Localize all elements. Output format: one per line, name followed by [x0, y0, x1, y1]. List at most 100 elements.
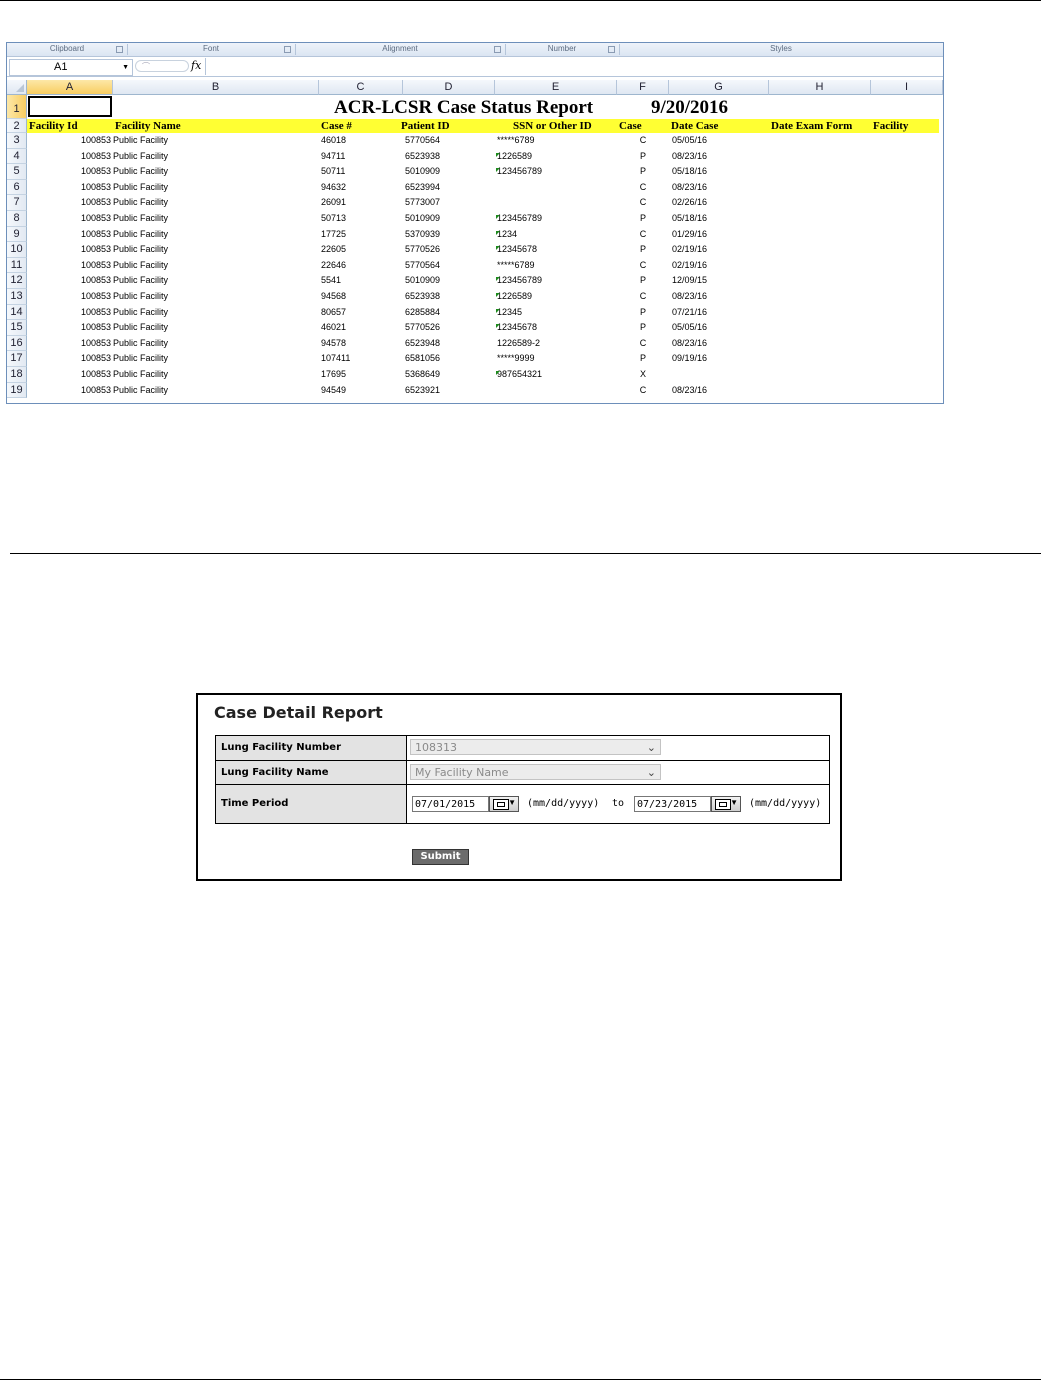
cell-patient-id[interactable]: 6523948 [405, 336, 493, 351]
cell-ssn[interactable]: *****9999 [497, 351, 615, 366]
cell-ssn[interactable] [497, 383, 615, 398]
row-header-12[interactable]: 12 [7, 273, 27, 289]
cell-case-number[interactable]: 26091 [321, 195, 401, 210]
cell-date-case[interactable]: 05/05/16 [672, 320, 768, 335]
cell-date-case[interactable]: 08/23/16 [672, 289, 768, 304]
formula-input[interactable] [205, 58, 942, 75]
cell-case[interactable]: C [617, 227, 669, 242]
cell-ssn[interactable]: 123456789 [497, 164, 615, 179]
facility-name-select[interactable]: My Facility Name ⌄ [410, 764, 661, 780]
cell-patient-id[interactable]: 5010909 [405, 273, 493, 288]
cell-date-case[interactable]: 08/23/16 [672, 180, 768, 195]
cell-case-number[interactable]: 80657 [321, 305, 401, 320]
cell-facility-name[interactable]: Public Facility [113, 180, 313, 195]
from-date-input[interactable]: 07/01/2015 [412, 796, 489, 812]
cell-facility-id[interactable]: 100853 [27, 133, 111, 148]
cell-patient-id[interactable]: 5770564 [405, 258, 493, 273]
dialog-launcher-icon[interactable] [608, 46, 615, 53]
cell-date-case[interactable]: 09/19/16 [672, 351, 768, 366]
cell-facility-id[interactable]: 100853 [27, 320, 111, 335]
cell-case[interactable]: C [617, 289, 669, 304]
cell-facility-name[interactable]: Public Facility [113, 227, 313, 242]
cell-facility-id[interactable]: 100853 [27, 227, 111, 242]
cell-ssn[interactable]: 123456789 [497, 211, 615, 226]
dialog-launcher-icon[interactable] [116, 46, 123, 53]
cell-case[interactable]: P [617, 164, 669, 179]
cell-patient-id[interactable]: 5770526 [405, 320, 493, 335]
row-header-1[interactable]: 1 [7, 95, 27, 119]
row-header-10[interactable]: 10 [7, 242, 27, 258]
dialog-launcher-icon[interactable] [494, 46, 501, 53]
cell-case-number[interactable]: 50711 [321, 164, 401, 179]
chevron-down-icon[interactable]: ▼ [122, 60, 129, 75]
cell-patient-id[interactable]: 5368649 [405, 367, 493, 382]
cell-facility-name[interactable]: Public Facility [113, 367, 313, 382]
column-header-b[interactable]: B [113, 80, 319, 95]
facility-number-select[interactable]: 108313 ⌄ [410, 739, 661, 755]
cell-case[interactable]: C [617, 180, 669, 195]
row-header-3[interactable]: 3 [7, 133, 27, 149]
cell-ssn[interactable]: 1226589 [497, 289, 615, 304]
row-header-18[interactable]: 18 [7, 367, 27, 383]
cell-case-number[interactable]: 46021 [321, 320, 401, 335]
cell-case-number[interactable]: 94632 [321, 180, 401, 195]
column-header-g[interactable]: G [669, 80, 769, 95]
row-header-16[interactable]: 16 [7, 335, 27, 352]
cell-date-case[interactable]: 05/18/16 [672, 211, 768, 226]
cell-facility-name[interactable]: Public Facility [113, 195, 313, 210]
select-all-corner[interactable] [7, 80, 27, 95]
cell-facility-name[interactable]: Public Facility [113, 211, 313, 226]
row-header-7[interactable]: 7 [7, 195, 27, 211]
column-header-e[interactable]: E [495, 80, 617, 95]
cell-patient-id[interactable]: 6285884 [405, 305, 493, 320]
cell-patient-id[interactable]: 6523921 [405, 383, 493, 398]
cell-date-case[interactable]: 05/05/16 [672, 133, 768, 148]
cell-date-case[interactable]: 02/19/16 [672, 258, 768, 273]
cell-ssn[interactable] [497, 180, 615, 195]
row-header-14[interactable]: 14 [7, 304, 27, 321]
cell-facility-name[interactable]: Public Facility [113, 273, 313, 288]
cell-date-case[interactable]: 02/26/16 [672, 195, 768, 210]
cell-date-case[interactable]: 08/23/16 [672, 149, 768, 164]
row-header-5[interactable]: 5 [7, 164, 27, 180]
cell-ssn[interactable]: 12345 [497, 305, 615, 320]
cell-date-case[interactable]: 08/23/16 [672, 383, 768, 398]
cell-case-number[interactable]: 17725 [321, 227, 401, 242]
cell-facility-id[interactable]: 100853 [27, 305, 111, 320]
cell-date-case[interactable]: 02/19/16 [672, 242, 768, 257]
cell-case[interactable]: C [617, 195, 669, 210]
cell-case-number[interactable]: 22646 [321, 258, 401, 273]
cell-case[interactable]: P [617, 149, 669, 164]
cell-case[interactable]: P [617, 305, 669, 320]
cell-case[interactable]: X [617, 367, 669, 382]
cell-ssn[interactable]: 1234 [497, 227, 615, 242]
cell-facility-name[interactable]: Public Facility [113, 258, 313, 273]
cell-facility-id[interactable]: 100853 [27, 367, 111, 382]
cell-date-case[interactable]: 01/29/16 [672, 227, 768, 242]
cell-ssn[interactable]: 987654321 [497, 367, 615, 382]
cell-date-case[interactable] [672, 367, 768, 382]
cell-facility-id[interactable]: 100853 [27, 242, 111, 257]
cell-facility-id[interactable]: 100853 [27, 289, 111, 304]
cell-case-number[interactable]: 94568 [321, 289, 401, 304]
cell-patient-id[interactable]: 5770564 [405, 133, 493, 148]
cell-case[interactable]: C [617, 258, 669, 273]
cell-facility-id[interactable]: 100853 [27, 164, 111, 179]
cell-case[interactable]: C [617, 133, 669, 148]
cell-facility-name[interactable]: Public Facility [113, 164, 313, 179]
cell-date-case[interactable]: 07/21/16 [672, 305, 768, 320]
cell-case[interactable]: P [617, 273, 669, 288]
cell-ssn[interactable]: *****6789 [497, 258, 615, 273]
cell-date-case[interactable]: 12/09/15 [672, 273, 768, 288]
column-header-a[interactable]: A [27, 80, 113, 95]
cell-case-number[interactable]: 94711 [321, 149, 401, 164]
row-header-11[interactable]: 11 [7, 257, 27, 274]
cell-patient-id[interactable]: 5010909 [405, 164, 493, 179]
cell-case[interactable]: C [617, 336, 669, 351]
cell-facility-name[interactable]: Public Facility [113, 242, 313, 257]
submit-button[interactable]: Submit [412, 849, 469, 865]
cell-facility-name[interactable]: Public Facility [113, 320, 313, 335]
column-header-d[interactable]: D [403, 80, 495, 95]
row-header-17[interactable]: 17 [7, 351, 27, 367]
cell-case[interactable]: P [617, 320, 669, 335]
